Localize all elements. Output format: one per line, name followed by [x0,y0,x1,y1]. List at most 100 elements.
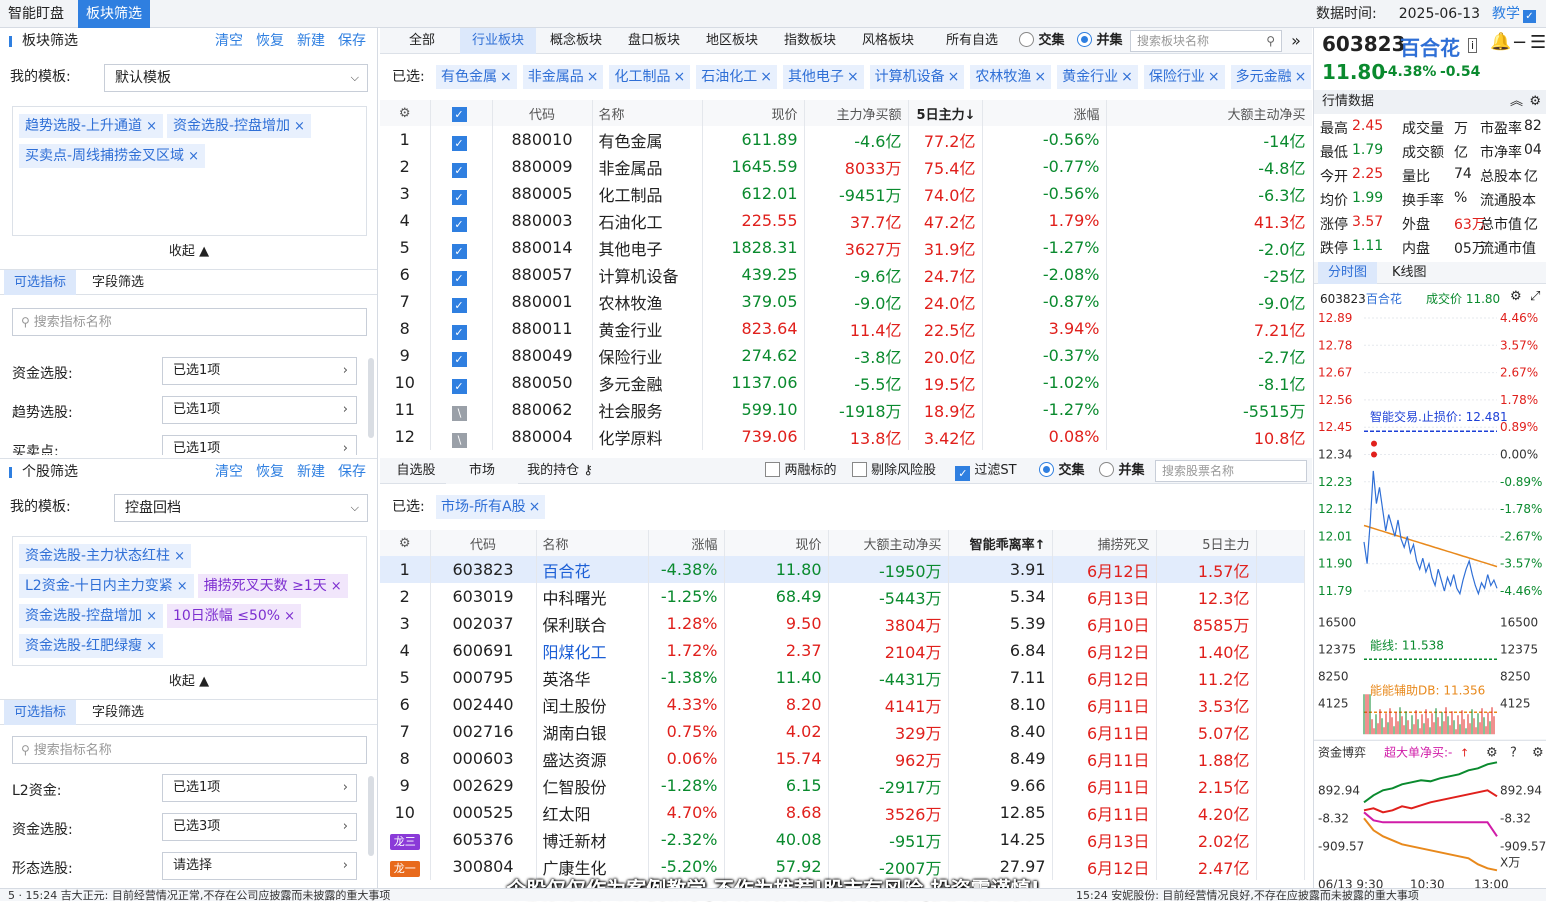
checkbox-icon[interactable]: ✓ [451,243,467,259]
grid-icon[interactable]: ☰ [1530,32,1546,53]
close-icon[interactable]: × [673,69,685,85]
expand-icon[interactable]: ⤢ [1530,289,1540,304]
col-price[interactable]: 现价 [724,530,829,556]
col-code[interactable]: 代码 [430,530,537,556]
margin-option[interactable]: 两融标的 [758,458,844,484]
table-row[interactable]: 5 ✓ 880014 其他电子 1828.31 3627万 31.9亿 -1.2… [380,234,1312,261]
filter-select[interactable]: 已选1项 › [162,396,357,424]
radio-icon[interactable] [1077,32,1093,47]
tab-smart-watch[interactable]: 智能盯盘 [0,0,72,28]
cell-name[interactable]: 博迁新材 [536,826,649,853]
clear-button[interactable]: 清空 [215,464,243,480]
new-button[interactable]: 新建 [297,464,325,480]
table-row[interactable]: 8 ✓ 880011 黄金行业 823.64 11.4亿 22.5亿 3.94%… [380,315,1312,342]
close-icon[interactable]: × [177,579,188,594]
checkbox-icon[interactable]: ∖ [451,405,467,421]
cell-name[interactable]: 阳煤化工 [536,637,649,664]
col-name[interactable]: 名称 [536,530,649,556]
filter-select[interactable]: 已选1项 › [162,357,357,385]
table-row[interactable]: 8 000603 盛达资源 0.06% 15.74 962万 8.49 6月11… [380,745,1305,772]
row-checkbox[interactable]: ✓ [430,234,493,261]
col-chg[interactable]: 涨幅 [648,530,725,556]
checkbox-icon[interactable]: ∖ [451,432,467,448]
radio-icon[interactable] [1039,462,1055,477]
cell-name[interactable]: 社会服务 [592,396,703,423]
tab-indicators[interactable]: 可选指标 [4,270,77,295]
tab-style[interactable]: 风格板块 [850,28,926,54]
table-row[interactable]: 10 ✓ 880050 多元金融 1137.06 -5.5亿 19.5亿 -1.… [380,369,1312,396]
close-icon[interactable]: × [284,609,295,624]
news-item[interactable]: 15:24 安妮股份: 目前经营情况良好,不存在应披露而未披露的重大事项 [1076,889,1419,901]
table-row[interactable]: 7 002716 湖南白银 0.75% 4.02 329万 8.40 6月11日… [380,718,1305,745]
tab-concept[interactable]: 概念板块 [538,28,614,54]
mode-intersect[interactable]: 交集 [1012,28,1072,54]
table-row[interactable]: 9 002629 仁智股份 -1.28% 6.15 -2917万 9.66 6月… [380,772,1305,799]
new-button[interactable]: 新建 [297,33,325,49]
cell-name[interactable]: 多元金融 [592,369,703,396]
stock-name[interactable]: 百合花 [1400,32,1460,61]
selected-tag[interactable]: 保险行业 × [1143,65,1225,89]
cell-name[interactable]: 化学原料 [592,423,703,450]
info-icon[interactable]: i [1468,38,1478,53]
filter-select[interactable]: 已选1项 › [162,774,357,802]
table-row[interactable]: 3 002037 保利联合 1.28% 9.50 3804万 5.39 6月10… [380,610,1305,637]
scrollbar[interactable] [368,776,374,856]
mode-union[interactable]: 并集 [1070,28,1130,54]
selected-tag[interactable]: 非金属品 × [522,65,604,89]
clear-button[interactable]: 清空 [215,33,243,49]
cell-name[interactable]: 保利联合 [536,610,649,637]
col-code[interactable]: 代码 [492,100,593,126]
sector-indicator-search[interactable]: ⚲ 搜索指标名称 [12,308,367,336]
selected-tag[interactable]: 有色金属 × [436,65,517,89]
filter-tag[interactable]: 趋势选股-上升通道 × [19,114,163,138]
gear-icon[interactable]: ⚙ [1529,90,1541,114]
cell-name[interactable]: 非金属品 [592,153,703,180]
restore-button[interactable]: 恢复 [256,33,284,49]
selected-tag[interactable]: 其他电子 × [782,65,864,89]
checkbox-icon[interactable]: ✓ [451,378,467,394]
close-icon[interactable]: × [948,69,960,85]
teach-label[interactable]: 教学 [1492,6,1520,22]
checkbox-icon[interactable]: ✓ [451,162,467,178]
cell-name[interactable]: 闰土股份 [536,691,649,718]
row-checkbox[interactable]: ✓ [430,288,493,315]
tab-intraday[interactable]: 分时图 [1318,262,1378,284]
news-item[interactable]: 5 · 15:24 吉大正元: 目前经营情况正常,不存在公司应披露而未披露的重大… [8,889,390,901]
row-checkbox[interactable]: ✓ [430,180,493,207]
tab-industry[interactable]: 行业板块 [460,28,536,54]
col-chg[interactable]: 涨幅 [982,100,1107,126]
radio-icon[interactable] [1019,32,1035,47]
table-row[interactable]: 7 ✓ 880001 农林牧渔 379.05 -9.0亿 24.0亿 -0.87… [380,288,1312,315]
checkbox-icon[interactable]: ✓ [451,135,467,151]
table-row[interactable]: 4 ✓ 880003 石油化工 225.55 37.7亿 47.2亿 1.79%… [380,207,1312,234]
tab-field-filter[interactable]: 字段筛选 [82,700,154,725]
table-row[interactable]: 2 603019 中科曙光 -1.25% 68.49 -5443万 5.34 6… [380,583,1305,610]
cell-name[interactable]: 红太阳 [536,799,649,826]
selected-tag[interactable]: 市场-所有A股 × [436,495,546,519]
table-row[interactable]: 4 600691 阳煤化工 1.72% 2.37 2104万 6.84 6月12… [380,637,1305,664]
selected-tag[interactable]: 石油化工 × [696,65,777,89]
tab-sector-filter[interactable]: 板块筛选 [78,0,150,28]
selected-tag[interactable]: 农林牧渔 × [970,65,1052,89]
selected-tag[interactable]: 黄金行业 × [1057,65,1138,89]
cell-name[interactable]: 黄金行业 [592,315,703,342]
close-icon[interactable]: × [847,69,859,85]
stock-indicator-search[interactable]: ⚲ 搜索指标名称 [12,736,367,764]
table-row[interactable]: 1 ✓ 880010 有色金属 611.89 -4.6亿 77.2亿 -0.56… [380,126,1312,153]
select-all-checkbox[interactable]: ✓ [430,100,493,126]
selected-tag[interactable]: 计算机设备 × [869,65,965,89]
col-big-net[interactable]: 大额主动净买 [828,530,949,556]
close-icon[interactable]: × [146,609,157,624]
close-icon[interactable]: × [1034,69,1046,85]
sector-collapse-button[interactable]: 收起 ▲ [0,240,377,259]
cell-name[interactable]: 仁智股份 [536,772,649,799]
tab-my-watch[interactable]: 所有自选 [932,28,1012,54]
checkbox-icon[interactable]: ✓ [451,270,467,286]
tab-all[interactable]: 全部 [388,28,456,54]
cell-name[interactable]: 化工制品 [592,180,703,207]
stock-template-select[interactable]: 控盘回档 ⌵ [114,494,368,522]
col-price[interactable]: 现价 [702,100,805,126]
close-icon[interactable]: × [1208,69,1220,85]
cell-name[interactable]: 保险行业 [592,342,703,369]
close-icon[interactable]: × [174,549,185,564]
